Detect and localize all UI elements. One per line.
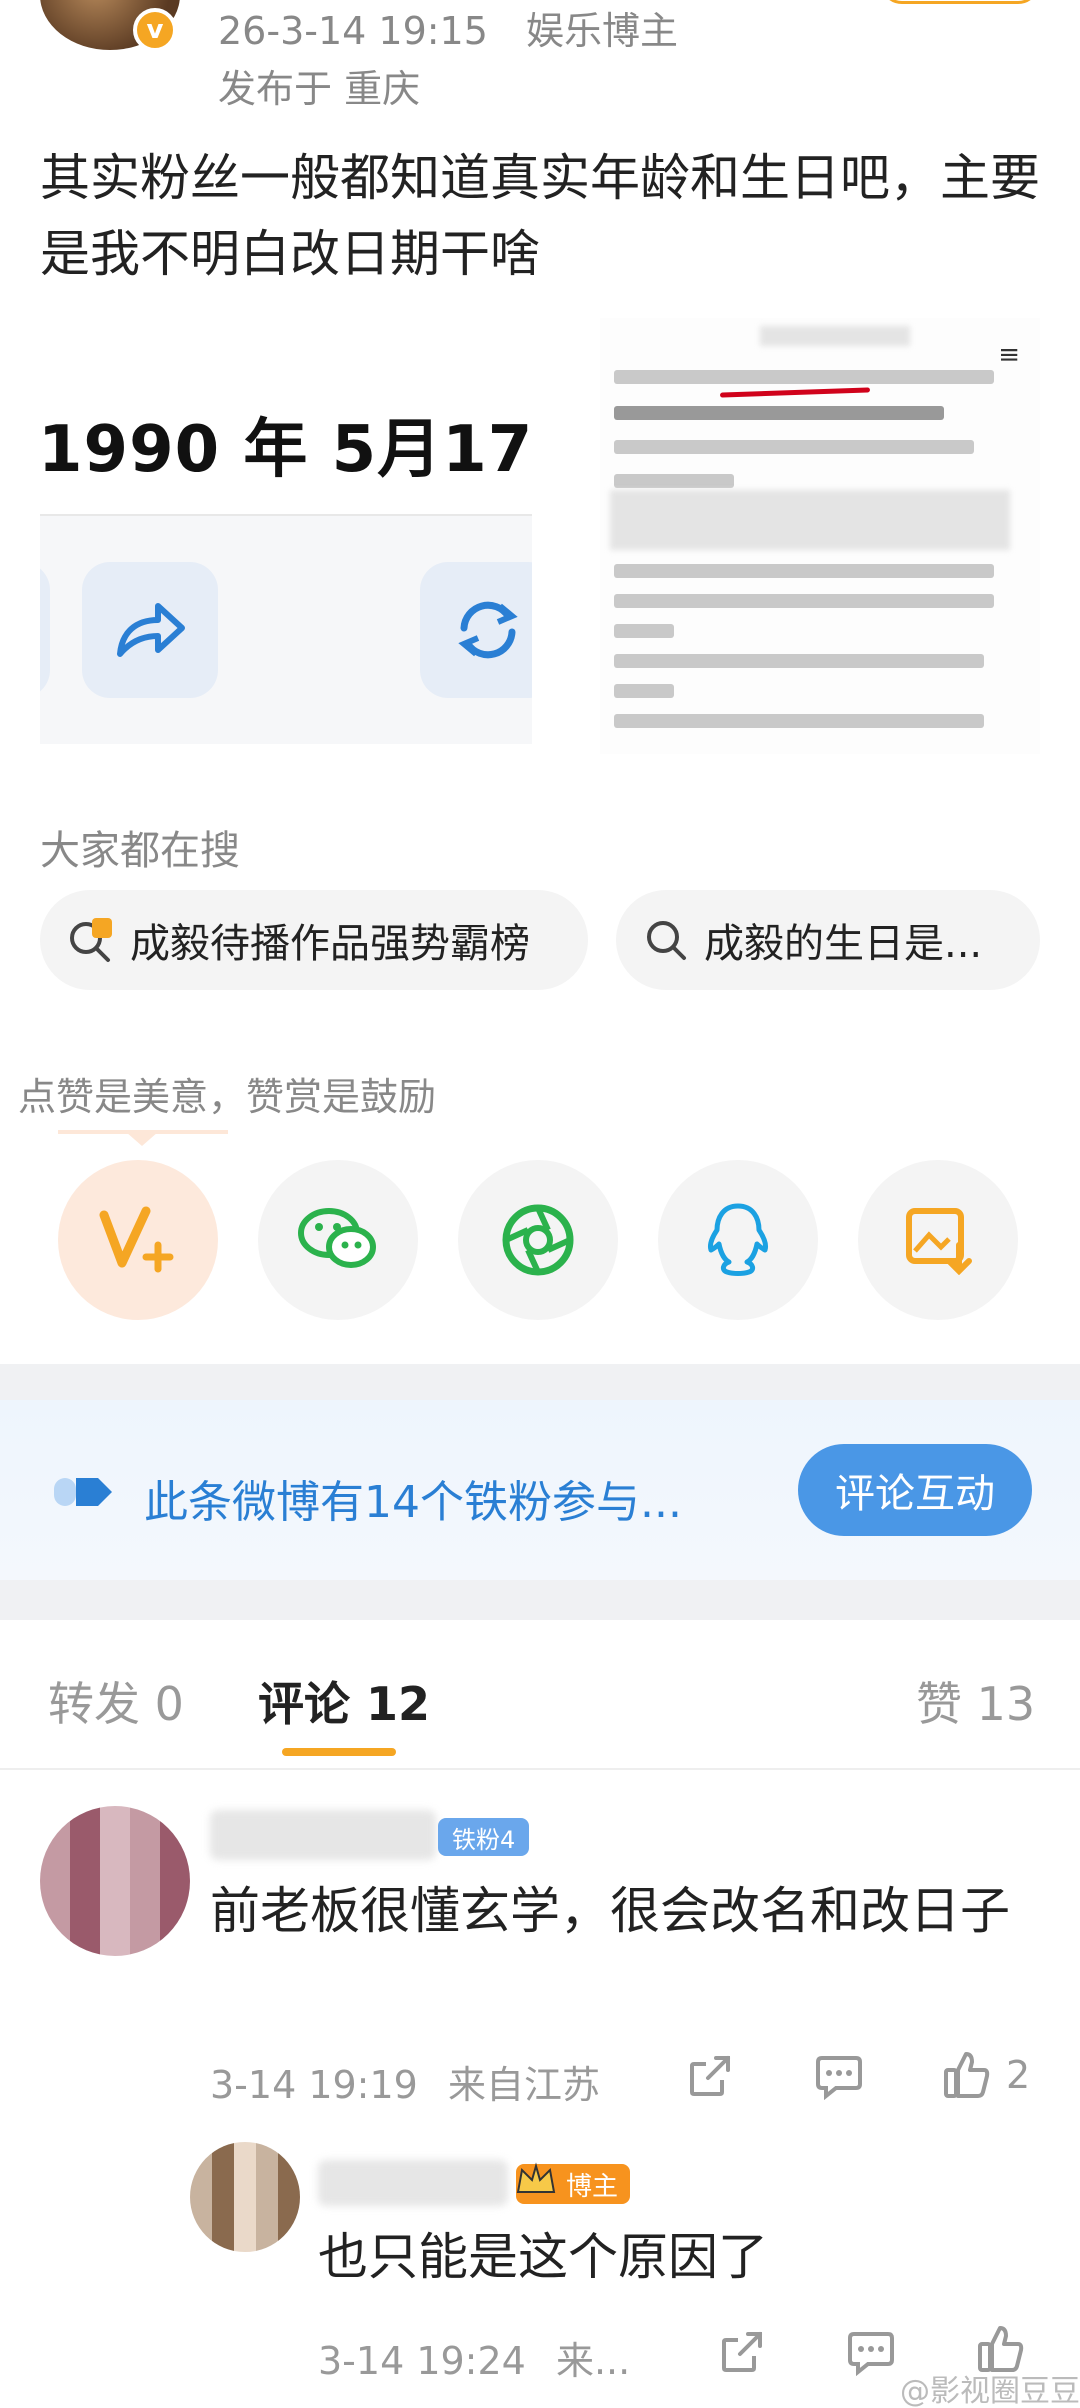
edge-button — [40, 562, 50, 698]
avatar[interactable] — [40, 1806, 190, 1956]
comment-interact-button[interactable]: 评论互动 — [798, 1444, 1032, 1536]
doc-underline — [719, 387, 871, 398]
reply-comment-button[interactable] — [814, 2052, 864, 2100]
comment-bubble-icon — [848, 2332, 894, 2376]
doc-line — [614, 370, 994, 384]
reward-title: 点赞是美意，赞赏是鼓励 — [18, 1075, 437, 1119]
date-band: 1990 年 5月17日 — [40, 348, 532, 516]
post-date: 26-3-14 19:15 — [218, 9, 488, 53]
comment-meta: 3-14 19:19 来自江苏 — [210, 2054, 618, 2109]
refresh-icon — [420, 562, 532, 698]
post-image-left[interactable]: 1990 年 5月17日 — [40, 348, 532, 744]
crown-icon — [512, 2156, 560, 2204]
doc-blur — [760, 326, 910, 346]
fan-badge-label: 铁粉4 — [452, 1825, 516, 1854]
tab-repost[interactable]: 转发 0 — [48, 1668, 184, 1734]
section-separator — [0, 1364, 1080, 1400]
verified-badge-icon: v — [133, 8, 177, 52]
doc-line — [614, 474, 734, 488]
commenter-name[interactable] — [210, 1810, 436, 1860]
doc-line — [614, 594, 994, 608]
comment-text: 前老板很懂玄学，很会改名和改日子 — [210, 1882, 1010, 1940]
hot-search-icon — [66, 916, 114, 964]
avatar[interactable] — [190, 2142, 300, 2252]
wechat-share-button[interactable] — [258, 1160, 418, 1320]
fan-icon — [52, 1474, 116, 1514]
doc-line — [614, 624, 674, 638]
search-icon — [644, 918, 688, 962]
author-type: 娱乐博主 — [526, 9, 679, 53]
search-chip-label: 成毅的生日是... — [704, 921, 983, 967]
comment-time: 3-14 19:24 — [318, 2339, 526, 2383]
section-separator — [0, 1580, 1080, 1620]
comment-source: 来自江苏 — [447, 2063, 600, 2107]
share-comment-button[interactable] — [718, 2328, 766, 2376]
doc-blur — [610, 490, 1010, 550]
doc-line — [614, 684, 674, 698]
reply-comment-button[interactable] — [846, 2328, 896, 2376]
comment-source: 来... — [555, 2339, 631, 2383]
commenter-name[interactable] — [318, 2160, 508, 2206]
share-outline-icon — [722, 2332, 762, 2372]
search-chip[interactable]: 成毅的生日是... — [616, 890, 1040, 990]
doc-line — [614, 406, 944, 420]
post-meta: 26-3-14 19:15 娱乐博主 — [218, 0, 704, 55]
post-location: 发布于 重庆 — [218, 67, 421, 111]
hot-search-chip[interactable]: 成毅待播作品强势霸榜 — [40, 890, 588, 990]
thumb-up-icon — [944, 2052, 990, 2098]
comment-meta: 3-14 19:24 来... — [318, 2330, 648, 2385]
doc-line — [614, 440, 974, 454]
comment-text: 也只能是这个原因了 — [318, 2228, 768, 2286]
comment-bubble-icon — [816, 2056, 862, 2100]
date-text: 1990 年 5月17日 — [40, 413, 532, 487]
host-badge-label: 博主 — [566, 2171, 619, 2202]
doc-line — [614, 564, 994, 578]
like-comment-button[interactable]: 2 — [942, 2050, 1030, 2100]
share-comment-button[interactable] — [686, 2052, 734, 2100]
hot-search-label: 成毅待播作品强势霸榜 — [130, 921, 530, 967]
like-count: 2 — [1006, 2053, 1031, 2097]
post-text: 其实粉丝一般都知道真实年龄和生日吧，主要是我不明白改日期干啥 — [40, 149, 1040, 283]
search-section-title: 大家都在搜 — [40, 828, 240, 874]
tab-comment[interactable]: 评论 12 — [258, 1668, 430, 1734]
moments-share-button[interactable] — [458, 1160, 618, 1320]
tab-divider — [0, 1768, 1080, 1770]
menu-icon: ≡ — [998, 340, 1020, 370]
fan-banner-text: 此条微博有14个铁粉参与... — [144, 1477, 682, 1528]
follow-button[interactable] — [880, 0, 1040, 4]
post-image-right[interactable]: ≡ — [600, 318, 1040, 754]
save-image-button[interactable] — [858, 1160, 1018, 1320]
share-icon — [82, 562, 218, 698]
share-outline-icon — [690, 2056, 730, 2096]
tab-underline — [282, 1748, 396, 1756]
doc-line — [614, 654, 984, 668]
comment-time: 3-14 19:19 — [210, 2063, 418, 2107]
qq-share-button[interactable] — [658, 1160, 818, 1320]
watermark: @影视圈豆豆 — [900, 2374, 1080, 2408]
fan-badge: 铁粉4 — [438, 1818, 530, 1856]
tab-like[interactable]: 赞 13 — [916, 1668, 1035, 1734]
vplus-reward-button[interactable] — [58, 1160, 218, 1320]
reward-tip-arrow — [126, 1132, 158, 1146]
doc-line — [614, 714, 984, 728]
